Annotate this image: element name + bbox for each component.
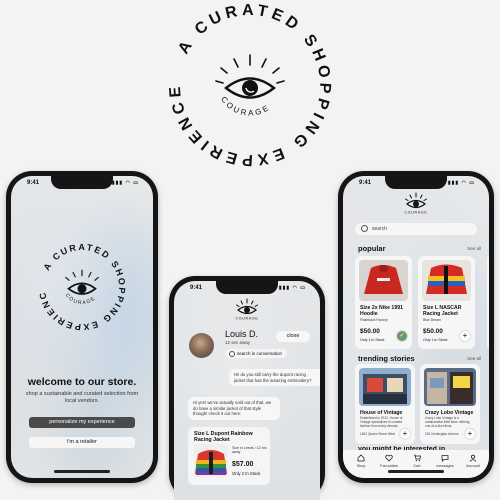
product-stock: Only 1 In Stock — [360, 338, 385, 342]
eye-icon — [406, 199, 426, 209]
account-icon — [469, 454, 477, 462]
conversation-search-input[interactable]: search in conversation — [225, 349, 287, 358]
brand-logo: A CURATED SHOPPING EXPERIENCE COURAGE — [168, 3, 329, 167]
trending-title: trending stories — [358, 354, 415, 363]
search-icon — [229, 350, 235, 357]
shop-logo: COURAGE — [405, 192, 428, 215]
product-card[interactable]: Size L NASCAR Racing Jacket Blue Dream $… — [418, 256, 475, 349]
tab-label: Cart — [413, 464, 421, 468]
phone-shop: 9:41 ▮▮▮ ◠ ▭ COURAGE search popular See … — [338, 171, 494, 483]
signal-wifi-battery-icon: ▮▮▮ ◠ ▭ — [447, 180, 475, 186]
story-card[interactable]: Crazy Lobo Vintage Crazy Lobo Vintage is… — [420, 364, 480, 444]
chat-logo: COURAGE — [236, 298, 259, 321]
plus-icon[interactable]: + — [460, 331, 470, 341]
story-card[interactable]: House of Vintage Established in 2012, Ho… — [355, 364, 415, 444]
story-address: 243 Kensington Avenue — [425, 432, 459, 436]
product-stock: Only 1 In Stock — [423, 338, 448, 342]
shared-product-card[interactable]: Size L Dupont Rainbow Racing Jacket Size… — [188, 427, 270, 485]
product-card[interactable]: Size 2x Nike 1991 Hoodie Flashback Facto… — [355, 256, 412, 349]
storefront-image — [359, 368, 411, 406]
trending-see-all-link[interactable]: See all — [467, 356, 481, 361]
contact-name: Louis D. — [225, 329, 259, 339]
chat-screen: 9:41 ▮▮▮ ◠ ▭ COURAGE Louis D. 12 sec awa… — [174, 281, 320, 500]
tab-shop[interactable]: Shop — [347, 454, 375, 468]
message-bubble-incoming: Hi! do you still carry the dupont racing… — [229, 369, 320, 386]
signal-wifi-battery-icon: ▮▮▮ ◠ ▭ — [278, 285, 306, 291]
welcome-title: welcome to our store. — [27, 376, 137, 388]
check-icon[interactable]: ✓ — [397, 331, 407, 341]
hoodie-image — [359, 260, 408, 301]
plus-icon[interactable]: + — [400, 429, 410, 439]
tab-cart[interactable]: Cart — [403, 454, 431, 468]
product-price: $57.00 — [232, 461, 254, 468]
signal-wifi-battery-icon: ▮▮▮ ◠ ▭ — [111, 180, 139, 186]
cart-icon — [414, 454, 421, 462]
popular-title: popular — [358, 244, 386, 253]
search-icon — [361, 225, 368, 233]
shop-icon — [357, 454, 365, 462]
product-title: Size L NASCAR Racing Jacket — [423, 305, 462, 317]
eye-icon — [237, 305, 257, 315]
product-title: Size L Dupont Rainbow Racing Jacket — [194, 431, 253, 443]
eye-icon — [67, 282, 97, 295]
search-placeholder: search in conversation — [237, 351, 283, 356]
story-address: 1451 Queen Street West — [360, 432, 396, 436]
product-meta: Blue Dream — [423, 318, 441, 322]
plus-icon[interactable]: + — [465, 429, 475, 439]
onboarding-screen: 9:41 ▮▮▮ ◠ ▭ A CURATED SHOPPING EXPERIEN… — [11, 176, 153, 478]
product-stock: Only 2 In Stock — [232, 471, 261, 476]
storefront-image — [424, 368, 476, 406]
tab-label: messages — [436, 464, 454, 468]
bottom-tab-bar: Shop Favourites Cart messages Account — [343, 450, 489, 478]
status-bar: 9:41 ▮▮▮ ◠ ▭ — [343, 180, 489, 190]
personalize-button[interactable]: personalize my experience — [29, 417, 135, 428]
tab-account[interactable]: Account — [459, 454, 487, 468]
last-seen: 12 sec away — [225, 340, 251, 345]
product-title: Size 2x Nike 1991 Hoodie — [360, 305, 403, 317]
eye-icon — [224, 77, 276, 99]
svg-text:COURAGE: COURAGE — [405, 211, 428, 215]
product-meta: Size in Leeds / 12 hrs away — [232, 446, 267, 455]
product-meta: Flashback Factory — [360, 318, 388, 322]
heart-icon — [385, 454, 393, 462]
status-time: 9:41 — [27, 180, 40, 186]
story-description: Crazy Lobo Vintage is a collaborative th… — [425, 416, 470, 428]
status-time: 9:41 — [359, 180, 372, 186]
message-bubble-outgoing: Hi yes! we've actually sold out of that,… — [188, 397, 280, 420]
phone-chat: 9:41 ▮▮▮ ◠ ▭ COURAGE Louis D. 12 sec awa… — [169, 276, 325, 500]
next-card-peek — [487, 256, 489, 349]
home-indicator — [388, 470, 444, 473]
onboarding-logo: A CURATED SHOPPING EXPERIENCE COURAGE — [36, 241, 125, 332]
retailer-button[interactable]: i'm a retailer — [29, 437, 135, 448]
status-bar: 9:41 ▮▮▮ ◠ ▭ — [174, 285, 320, 295]
rainbow-jacket-image — [194, 444, 228, 477]
product-price: $50.00 — [423, 328, 443, 335]
tab-messages[interactable]: messages — [431, 454, 459, 468]
nascar-jacket-image — [422, 260, 471, 301]
search-placeholder: search — [372, 226, 388, 232]
tab-label: Account — [466, 464, 480, 468]
tab-favourites[interactable]: Favourites — [375, 454, 403, 468]
story-description: Established in 2012, House of Vintage sp… — [360, 416, 403, 428]
shop-screen: 9:41 ▮▮▮ ◠ ▭ COURAGE search popular See … — [343, 176, 489, 478]
status-bar: 9:41 ▮▮▮ ◠ ▭ — [11, 180, 153, 190]
svg-text:COURAGE: COURAGE — [236, 317, 259, 321]
shop-search-input[interactable]: search — [355, 223, 477, 235]
message-icon — [441, 455, 449, 462]
close-button[interactable]: close — [276, 331, 310, 342]
tab-label: Shop — [356, 464, 366, 468]
popular-see-all-link[interactable]: See all — [467, 246, 481, 251]
welcome-subtitle: shop a sustainable and curated selection… — [25, 391, 139, 404]
phone-onboarding: 9:41 ▮▮▮ ◠ ▭ A CURATED SHOPPING EXPERIEN… — [6, 171, 158, 483]
status-time: 9:41 — [190, 285, 203, 291]
tab-label: Favourites — [380, 464, 398, 468]
product-price: $50.00 — [360, 328, 380, 335]
home-indicator — [54, 470, 110, 473]
avatar — [189, 333, 214, 358]
